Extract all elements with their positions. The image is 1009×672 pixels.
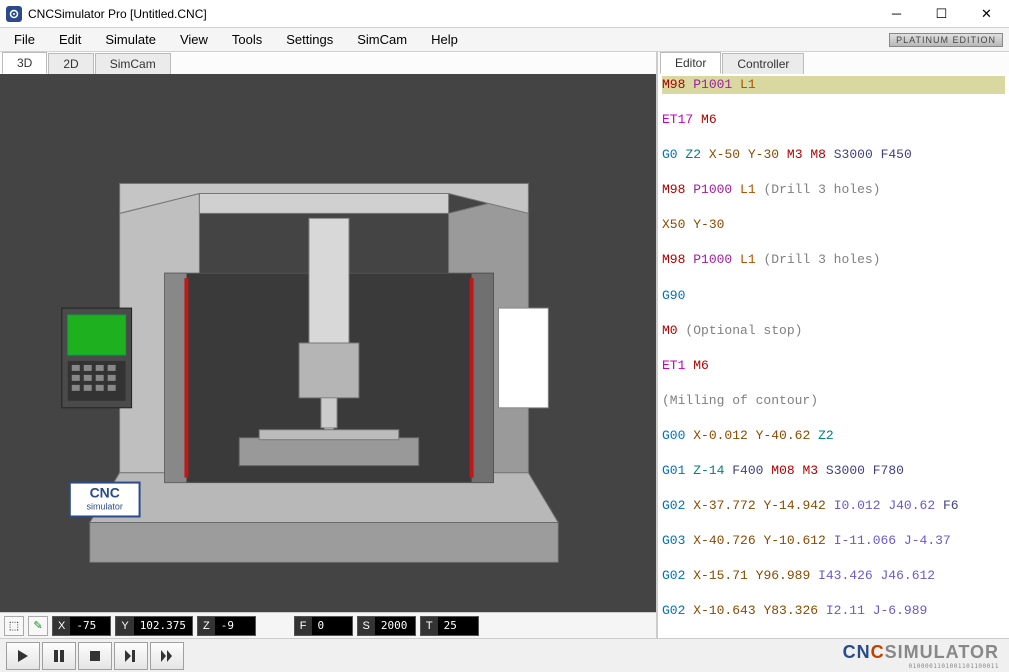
view-tabs: 3D 2D SimCam <box>0 52 656 74</box>
gcode-line[interactable]: ET1 M6 <box>662 357 1005 375</box>
gcode-line[interactable]: M98 P1000 L1 (Drill 3 holes) <box>662 181 1005 199</box>
gcode-line[interactable]: (Milling of contour) <box>662 392 1005 410</box>
coord-t: T 25 <box>420 616 479 636</box>
zoom-extents-icon[interactable]: ⬚ <box>4 616 24 636</box>
menu-simulate[interactable]: Simulate <box>93 28 168 51</box>
maximize-button[interactable]: ☐ <box>919 0 964 28</box>
gcode-line[interactable]: M98 P1000 L1 (Drill 3 holes) <box>662 251 1005 269</box>
coord-s-value: 2000 <box>375 617 415 635</box>
coord-s-label: S <box>358 617 375 635</box>
cnc-machine-render: CNC simulator <box>0 74 656 612</box>
transport-bar: CNCSIMULATOR 0100001101001101100011 <box>0 638 1009 672</box>
coord-x: X -75 <box>52 616 111 636</box>
measure-icon[interactable]: ✎ <box>28 616 48 636</box>
gcode-line[interactable]: G02 X-15.71 Y96.989 I43.426 J46.612 <box>662 567 1005 585</box>
titlebar: CNCSimulator Pro [Untitled.CNC] ─ ☐ ✕ <box>0 0 1009 28</box>
menu-view[interactable]: View <box>168 28 220 51</box>
step-forward-button[interactable] <box>114 642 148 670</box>
gcode-editor[interactable]: M98 P1001 L1 ET17 M6 G0 Z2 X-50 Y-30 M3 … <box>658 74 1009 638</box>
menu-help[interactable]: Help <box>419 28 470 51</box>
coord-t-value: 25 <box>438 617 478 635</box>
gcode-line[interactable]: G00 X-0.012 Y-40.62 Z2 <box>662 427 1005 445</box>
coord-t-label: T <box>421 617 438 635</box>
app-icon <box>6 6 22 22</box>
gcode-line[interactable]: G02 X-10.643 Y83.326 I2.11 J-6.989 <box>662 602 1005 620</box>
menubar: File Edit Simulate View Tools Settings S… <box>0 28 1009 52</box>
coordinate-bar: ⬚ ✎ X -75 Y 102.375 Z -9 F 0 S 2000 <box>0 612 656 638</box>
menu-simcam[interactable]: SimCam <box>345 28 419 51</box>
close-button[interactable]: ✕ <box>964 0 1009 28</box>
tab-editor[interactable]: Editor <box>660 52 721 74</box>
gcode-line[interactable]: X50 Y-30 <box>662 216 1005 234</box>
gcode-line[interactable]: M0 (Optional stop) <box>662 322 1005 340</box>
svg-text:simulator: simulator <box>86 501 122 511</box>
edition-badge: PLATINUM EDITION <box>889 33 1003 47</box>
menu-tools[interactable]: Tools <box>220 28 274 51</box>
minimize-button[interactable]: ─ <box>874 0 919 28</box>
gcode-line[interactable]: G03 X-40.726 Y-10.612 I-11.066 J-4.37 <box>662 532 1005 550</box>
tab-simcam[interactable]: SimCam <box>95 53 171 74</box>
coord-y-label: Y <box>116 617 133 635</box>
gcode-line[interactable]: ET17 M6 <box>662 111 1005 129</box>
svg-text:CNC: CNC <box>90 485 120 501</box>
gcode-line[interactable]: G01 Z-14 F400 M08 M3 S3000 F780 <box>662 462 1005 480</box>
coord-f-value: 0 <box>312 617 352 635</box>
gcode-line[interactable]: G90 <box>662 287 1005 305</box>
coord-z-value: -9 <box>215 617 255 635</box>
tab-controller[interactable]: Controller <box>722 53 804 74</box>
3d-viewport[interactable]: CNC simulator <box>0 74 656 612</box>
coord-x-value: -75 <box>70 617 110 635</box>
fast-forward-button[interactable] <box>150 642 184 670</box>
coord-y: Y 102.375 <box>115 616 193 636</box>
gcode-line[interactable]: G02 X-37.772 Y-14.942 I0.012 J40.62 F6 <box>662 497 1005 515</box>
coord-f: F 0 <box>294 616 353 636</box>
gcode-line[interactable]: G0 Z2 X-50 Y-30 M3 M8 S3000 F450 <box>662 146 1005 164</box>
stop-button[interactable] <box>78 642 112 670</box>
gcode-line[interactable]: M98 P1001 L1 <box>662 76 1005 94</box>
coord-z-label: Z <box>198 617 215 635</box>
coord-x-label: X <box>53 617 70 635</box>
coord-f-label: F <box>295 617 312 635</box>
menu-edit[interactable]: Edit <box>47 28 93 51</box>
footer-logo: CNCSIMULATOR 0100001101001101100011 <box>843 642 1003 670</box>
menu-settings[interactable]: Settings <box>274 28 345 51</box>
coord-s: S 2000 <box>357 616 416 636</box>
pause-button[interactable] <box>42 642 76 670</box>
window-title: CNCSimulator Pro [Untitled.CNC] <box>28 7 207 21</box>
coord-z: Z -9 <box>197 616 256 636</box>
play-button[interactable] <box>6 642 40 670</box>
tab-2d[interactable]: 2D <box>48 53 93 74</box>
coord-y-value: 102.375 <box>134 617 192 635</box>
menu-file[interactable]: File <box>2 28 47 51</box>
tab-3d[interactable]: 3D <box>2 52 47 74</box>
editor-tabs: Editor Controller <box>658 52 1009 74</box>
